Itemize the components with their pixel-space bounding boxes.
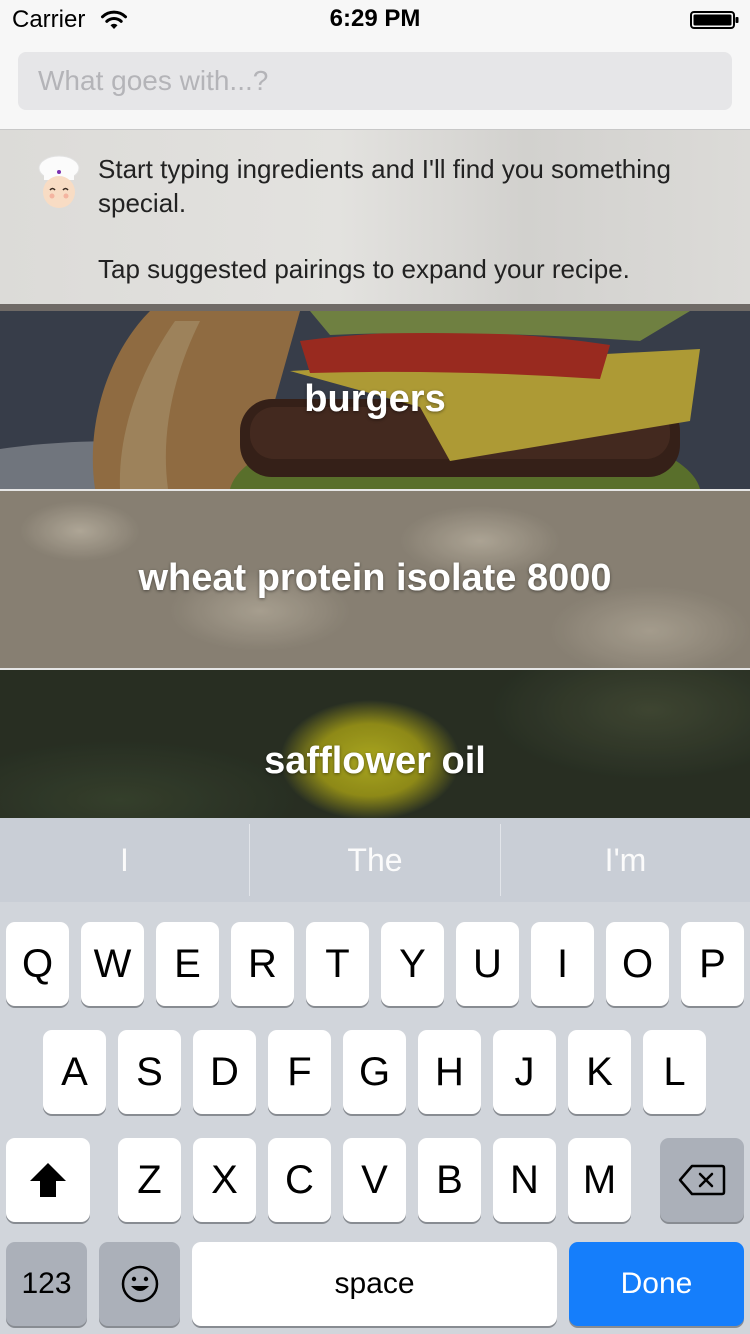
numbers-key[interactable]: 123: [6, 1242, 87, 1326]
key-y[interactable]: Y: [381, 922, 444, 1006]
key-m[interactable]: M: [568, 1138, 631, 1222]
shift-arrow-icon: [30, 1163, 66, 1197]
key-s[interactable]: S: [118, 1030, 181, 1114]
key-u[interactable]: U: [456, 922, 519, 1006]
ingredient-label: burgers: [304, 378, 446, 420]
key-r[interactable]: R: [231, 922, 294, 1006]
search-header: [0, 40, 750, 130]
emoji-smiley-icon: [121, 1265, 158, 1303]
key-l[interactable]: L: [643, 1030, 706, 1114]
info-tip: Tap suggested pairings to expand your re…: [98, 254, 630, 284]
done-key[interactable]: Done: [569, 1242, 744, 1326]
key-j[interactable]: J: [493, 1030, 556, 1114]
key-h[interactable]: H: [418, 1030, 481, 1114]
key-q[interactable]: Q: [6, 922, 69, 1006]
key-c[interactable]: C: [268, 1138, 331, 1222]
suggestion-3[interactable]: I'm: [501, 818, 750, 902]
key-p[interactable]: P: [681, 922, 744, 1006]
backspace-key[interactable]: [660, 1138, 744, 1222]
ingredient-row-burgers[interactable]: burgers: [0, 311, 750, 489]
key-g[interactable]: G: [343, 1030, 406, 1114]
clock-time: 6:29 PM: [329, 5, 421, 32]
ingredient-row-wheat-protein[interactable]: wheat protein isolate 8000: [0, 491, 750, 668]
key-x[interactable]: X: [193, 1138, 256, 1222]
suggestion-1[interactable]: I: [0, 818, 249, 902]
predictive-bar: I The I'm: [0, 818, 750, 902]
status-bar: Carrier 6:29 PM: [0, 0, 750, 40]
keyboard: Q W E R T Y U I O P A S D F G H J K L Z …: [0, 902, 750, 1334]
key-b[interactable]: B: [418, 1138, 481, 1222]
panel-divider: [0, 304, 750, 311]
info-panel: Start typing ingredients and I'll find y…: [0, 130, 750, 304]
chef-avatar-icon: [38, 155, 80, 208]
key-d[interactable]: D: [193, 1030, 256, 1114]
shift-key[interactable]: [6, 1138, 90, 1222]
key-w[interactable]: W: [81, 922, 144, 1006]
battery-icon: [690, 11, 739, 29]
space-key[interactable]: space: [192, 1242, 557, 1326]
key-o[interactable]: O: [606, 922, 669, 1006]
ingredient-row-safflower-oil[interactable]: safflower oil: [0, 670, 750, 818]
key-t[interactable]: T: [306, 922, 369, 1006]
emoji-key[interactable]: [99, 1242, 180, 1326]
key-a[interactable]: A: [43, 1030, 106, 1114]
ingredient-label: wheat protein isolate 8000: [138, 557, 612, 599]
key-k[interactable]: K: [568, 1030, 631, 1114]
key-z[interactable]: Z: [118, 1138, 181, 1222]
search-input[interactable]: [18, 52, 732, 110]
ingredient-label: safflower oil: [264, 740, 486, 782]
key-v[interactable]: V: [343, 1138, 406, 1222]
key-e[interactable]: E: [156, 922, 219, 1006]
key-n[interactable]: N: [493, 1138, 556, 1222]
info-instruction: Start typing ingredients and I'll find y…: [98, 154, 671, 218]
key-i[interactable]: I: [531, 922, 594, 1006]
key-f[interactable]: F: [268, 1030, 331, 1114]
suggestion-2[interactable]: The: [250, 818, 500, 902]
backspace-icon: [678, 1164, 726, 1196]
